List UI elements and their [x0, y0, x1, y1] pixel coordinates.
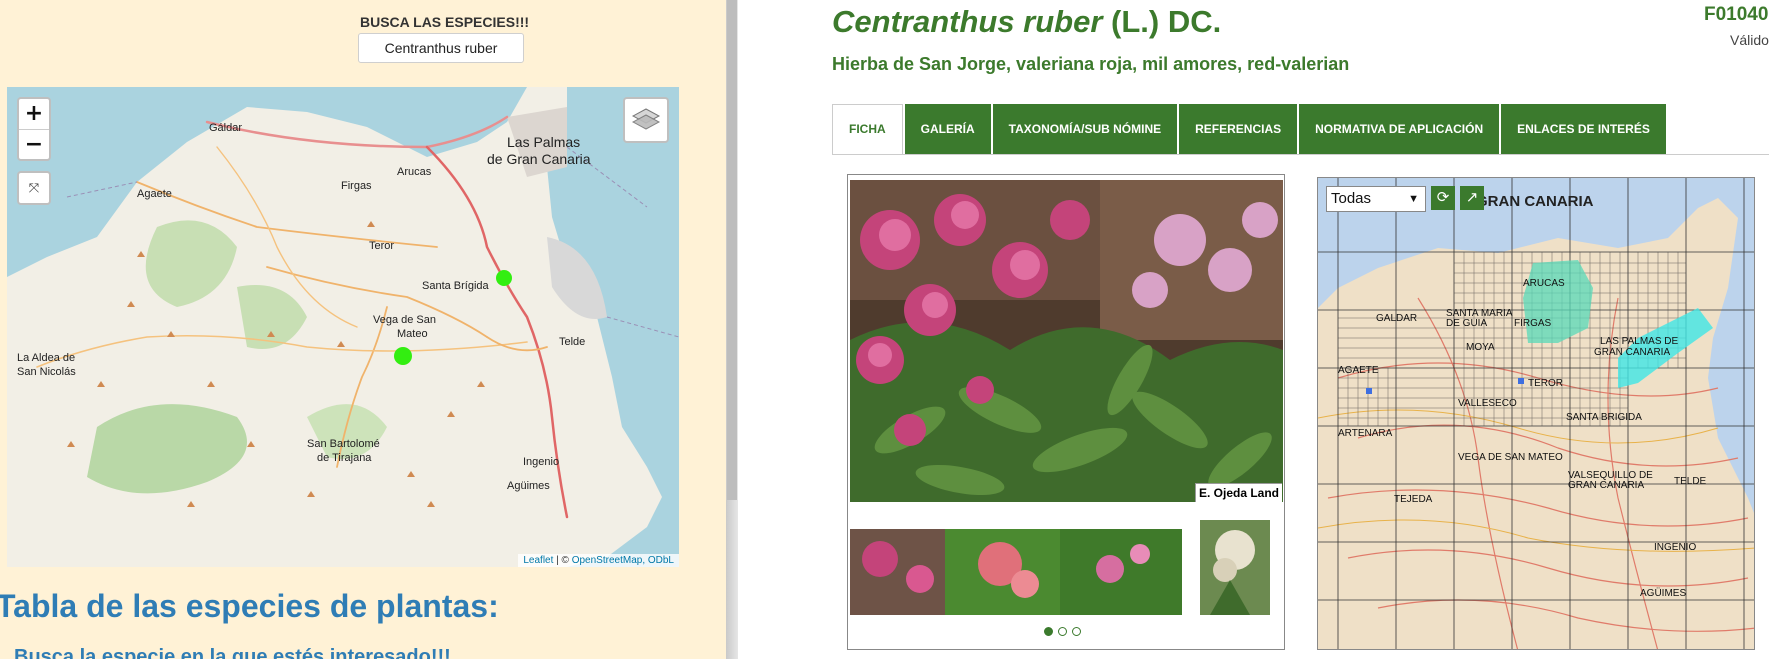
map-place-de-guia: DE GUIA [1446, 318, 1487, 329]
scientific-name: Centranthus ruber (L.) DC. [832, 4, 1221, 40]
place-arucas: Arucas [397, 166, 432, 178]
scrollbar-thumb[interactable] [727, 0, 737, 500]
carousel-dots [1044, 627, 1081, 636]
thumbnail-image [1200, 520, 1270, 615]
species-binomial: Centranthus ruber [832, 4, 1103, 39]
place-las-palmas: Las Palmas [507, 134, 580, 150]
distribution-map-tiles: GALDAR SANTA MARIA DE GUIA ARUCAS FIRGAS… [1318, 178, 1754, 649]
thumbnail[interactable] [850, 529, 1182, 615]
map-tiles: Gáldar Agaete Arucas Firgas Las Palmas d… [7, 87, 679, 567]
species-detail-pane: Centranthus ruber (L.) DC. Hierba de San… [738, 0, 1769, 659]
search-heading: BUSCA LAS ESPECIES!!! [360, 14, 530, 30]
place-la-aldea: La Aldea de [17, 352, 75, 364]
fullscreen-icon: ⤧ [28, 180, 40, 195]
tab-enlaces[interactable]: ENLACES DE INTERÉS [1501, 104, 1666, 154]
place-mateo: Mateo [397, 328, 428, 340]
map-place-telde: TELDE [1674, 476, 1707, 487]
map-place-teror: TEROR [1528, 378, 1563, 389]
tab-galeria[interactable]: GALERÍA [904, 104, 991, 154]
zoom-out-button[interactable]: − [19, 130, 49, 160]
zoom-in-button[interactable]: + [19, 99, 49, 130]
table-subtitle: Busca la especie en la que estés interes… [14, 646, 451, 659]
place-agaete: Agaete [137, 188, 172, 200]
place-vega-de-san: Vega de San [373, 314, 436, 326]
distribution-map[interactable]: GALDAR SANTA MARIA DE GUIA ARUCAS FIRGAS… [1317, 177, 1755, 650]
external-link-icon: ↗ [1465, 189, 1479, 206]
map-place-vega-de-san-mateo: VEGA DE SAN MATEO [1458, 452, 1563, 463]
table-title: Tabla de las especies de plantas: [0, 588, 499, 624]
chevron-down-icon: ▼ [1408, 193, 1419, 205]
place-san-nicolas: San Nicolás [17, 366, 76, 378]
refresh-icon: ⟳ [1436, 189, 1450, 206]
layers-button[interactable] [623, 97, 669, 143]
plant-photo [850, 180, 1283, 502]
map-place-moya: MOYA [1466, 342, 1495, 353]
map-place-gran-canaria: GRAN CANARIA [1594, 347, 1670, 358]
leaflet-link[interactable]: Leaflet [523, 555, 553, 566]
map-place-firgas: FIRGAS [1514, 318, 1552, 329]
main-photo[interactable]: E. Ojeda Land [850, 180, 1283, 502]
thumbnail-strip [850, 520, 1270, 615]
place-firgas: Firgas [341, 180, 372, 192]
photo-credit: E. Ojeda Land [1194, 483, 1282, 502]
map-place-valleseco: VALLESECO [1458, 398, 1517, 409]
carousel-dot[interactable] [1058, 627, 1067, 636]
map-place-artenara: ARTENARA [1338, 428, 1393, 439]
open-external-map-button[interactable]: ↗ [1460, 186, 1484, 210]
layers-icon [631, 108, 661, 130]
tab-referencias[interactable]: REFERENCIAS [1179, 104, 1298, 154]
taxon-status: Válido [1730, 32, 1769, 48]
place-aguimes: Agüimes [507, 480, 550, 492]
refresh-map-button[interactable]: ⟳ [1431, 186, 1455, 210]
map-place-tejeda: TEJEDA [1394, 494, 1433, 505]
place-de-tirajana: de Tirajana [317, 452, 372, 464]
occurrence-marker[interactable] [496, 270, 512, 286]
map-place-galdar: GALDAR [1376, 313, 1417, 324]
map-place-santa-brigida: SANTA BRIGIDA [1566, 412, 1642, 423]
species-code: F01040 [1704, 4, 1769, 25]
place-san-bartolome: San Bartolomé [307, 438, 380, 450]
carousel-dot[interactable] [1072, 627, 1081, 636]
species-search-input[interactable] [358, 33, 524, 63]
thumbnail-image [850, 529, 1182, 615]
tab-ficha[interactable]: FICHA [832, 104, 903, 155]
map-place-aguimes: AGÜIMES [1640, 587, 1686, 599]
place-ingenio: Ingenio [523, 456, 559, 468]
place-santa-brigida: Santa Brígida [422, 280, 490, 292]
species-author: (L.) DC. [1111, 4, 1222, 39]
map-place-ingenio: INGENIO [1654, 542, 1696, 553]
tab-divider [832, 154, 1769, 155]
place-galdar: Gáldar [209, 122, 242, 134]
thumbnail[interactable] [1200, 520, 1270, 615]
place-de-gran-canaria: de Gran Canaria [487, 151, 591, 167]
map-place-las-palmas: LAS PALMAS DE [1600, 336, 1679, 347]
place-telde: Telde [559, 336, 585, 348]
map-place-arucas: ARUCAS [1523, 278, 1565, 289]
osm-link[interactable]: OpenStreetMap, ODbL [572, 555, 674, 566]
photo-gallery: E. Ojeda Land [847, 174, 1285, 650]
carousel-dot[interactable] [1044, 627, 1053, 636]
place-teror: Teror [369, 240, 394, 252]
fullscreen-button[interactable]: ⤧ [17, 171, 51, 205]
occurrence-marker[interactable] [394, 347, 412, 365]
island-filter-select[interactable]: Todas ▼ [1326, 186, 1426, 212]
map-place-agaete: AGAETE [1338, 365, 1379, 376]
leaflet-map[interactable]: Gáldar Agaete Arucas Firgas Las Palmas d… [7, 87, 679, 567]
map-attribution: Leaflet | © OpenStreetMap, ODbL [518, 554, 679, 567]
tab-taxonomia[interactable]: TAXONOMÍA/SUB NÓMINE [992, 104, 1178, 154]
common-names: Hierba de San Jorge, valeriana roja, mil… [832, 54, 1350, 74]
detail-tabs: FICHA GALERÍA TAXONOMÍA/SUB NÓMINE REFER… [832, 104, 1668, 155]
map-place-valsequillo-gc: GRAN CANARIA [1568, 480, 1644, 491]
island-filter-value: Todas [1331, 190, 1372, 207]
zoom-control: + − [17, 97, 51, 161]
species-search-pane: BUSCA LAS ESPECIES!!! Centranthus ruber … [0, 0, 738, 659]
tab-normativa[interactable]: NORMATIVA DE APLICACIÓN [1299, 104, 1500, 154]
island-title: GRAN CANARIA [1476, 193, 1594, 210]
